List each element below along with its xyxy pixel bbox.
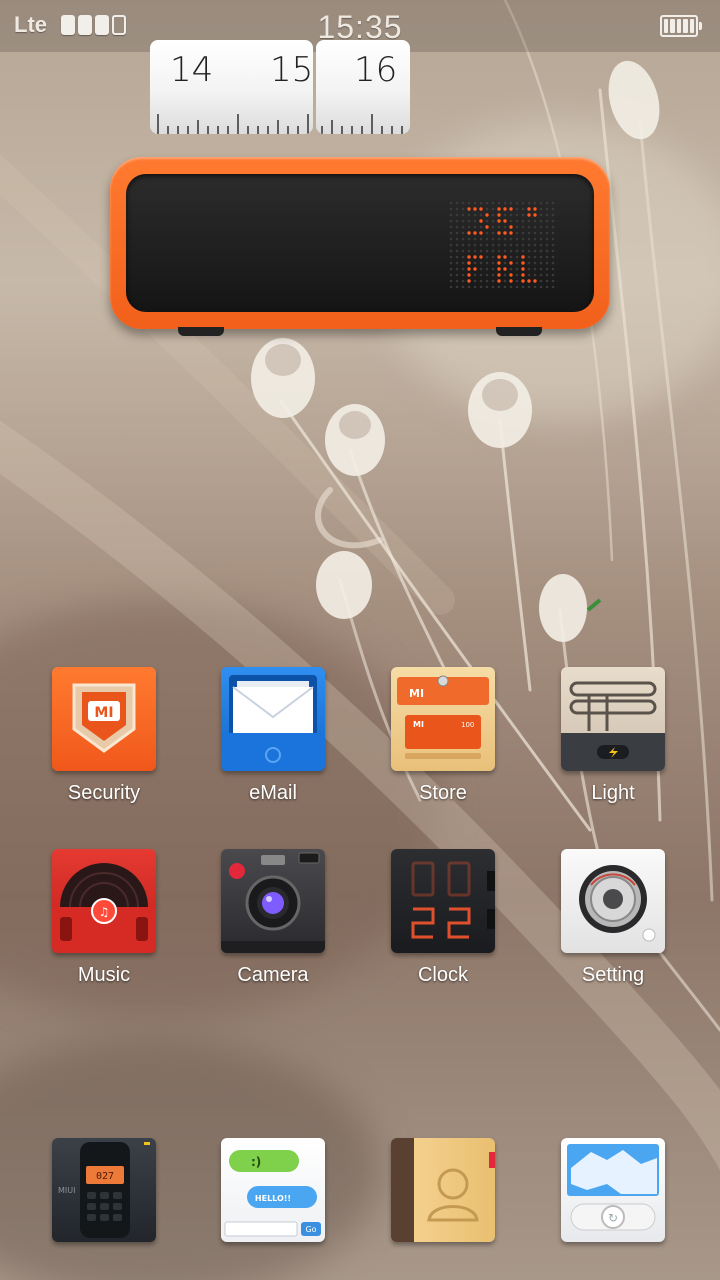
tick-ruler [321,114,403,134]
store-tag: 100 [461,721,474,729]
app-label: eMail [249,782,297,804]
store-icon: MI MI 100 [391,667,495,771]
mail-icon [221,667,325,771]
bubble-left-text: :) [251,1155,261,1169]
app-setting[interactable]: Setting [538,849,688,987]
hour-next: 16 [354,50,398,90]
dock-messages[interactable]: :) HELLO!! Go [198,1138,348,1242]
flashlight-icon [561,667,665,771]
mi-logo: MI [94,705,113,721]
app-clock[interactable]: Clock [368,849,518,987]
app-email[interactable]: eMail [198,667,348,805]
dock-phone[interactable]: MIUI 027 [29,1138,179,1242]
app-label: Store [419,782,467,804]
app-label: Clock [417,964,468,986]
app-label: Camera [237,964,309,986]
app-security[interactable]: MI Security [29,667,179,805]
miui-label: MIUI [58,1186,75,1195]
dot-matrix-display-icon [448,200,558,288]
widget-foot [178,327,224,336]
hour-tape-dial-next: 16 [316,40,410,134]
app-music[interactable]: ♫ Music [29,849,179,987]
app-light[interactable]: Light [538,667,688,805]
battery-icon [660,15,702,37]
vinyl-record-icon: ♫ [52,849,156,953]
app-label: Setting [581,964,645,986]
svg-text:♫: ♫ [99,905,110,919]
hour-prev: 14 [170,50,214,90]
mi-logo: MI [413,720,424,729]
hour-tape-dial: 14 15 [150,40,313,134]
camera-icon [221,849,325,953]
dock-browser[interactable]: ↻ [538,1138,688,1242]
app-label: Security [67,782,141,804]
tick-ruler [157,114,309,134]
app-camera[interactable]: Camera [198,849,348,987]
send-button-label: Go [305,1225,316,1234]
hour-current: 15 [270,50,313,90]
mi-logo: MI [409,687,424,700]
app-label: Music [77,964,131,986]
browser-icon: ↻ [561,1138,665,1242]
phone-display-text: 027 [96,1171,114,1182]
app-label: Light [591,782,635,804]
digital-clock-icon [391,849,495,953]
bubble-right-text: HELLO!! [255,1194,291,1203]
app-store[interactable]: MI MI 100 Store [368,667,518,805]
messages-icon: :) HELLO!! Go [221,1138,325,1242]
dock-contacts[interactable] [368,1138,518,1242]
shield-icon: MI [52,667,156,771]
svg-text:↻: ↻ [608,1211,618,1225]
contacts-icon [391,1138,495,1242]
widget-foot [496,327,542,336]
settings-dial-icon [561,849,665,953]
phone-icon: MIUI 027 [52,1138,156,1242]
